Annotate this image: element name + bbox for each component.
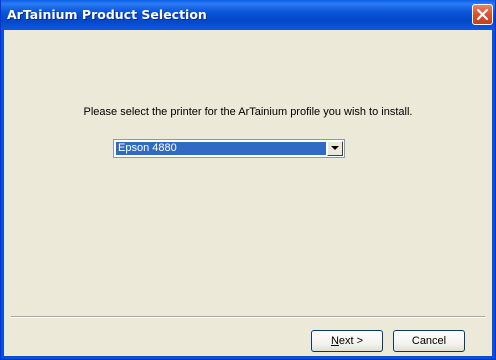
next-button-label: ext > xyxy=(338,335,364,347)
chevron-down-icon xyxy=(331,146,339,150)
cancel-button[interactable]: Cancel xyxy=(393,330,465,352)
dropdown-button[interactable] xyxy=(327,141,343,156)
printer-select[interactable]: Epson 4880 xyxy=(113,139,345,158)
window-frame-left xyxy=(1,30,4,359)
window-title: ArTainium Product Selection xyxy=(7,7,207,22)
window-frame-bottom xyxy=(1,356,495,359)
window-frame-right xyxy=(492,30,495,359)
close-button[interactable] xyxy=(472,4,493,25)
separator-line xyxy=(11,316,485,318)
instruction-text: Please select the printer for the ArTain… xyxy=(83,106,413,118)
next-button[interactable]: Next > xyxy=(311,330,383,352)
printer-select-value: Epson 4880 xyxy=(116,142,326,155)
title-bar[interactable]: ArTainium Product Selection xyxy=(1,0,495,30)
close-icon xyxy=(476,8,489,21)
next-button-accelerator: N xyxy=(330,335,339,347)
dialog-window: ArTainium Product Selection Please selec… xyxy=(0,0,496,360)
